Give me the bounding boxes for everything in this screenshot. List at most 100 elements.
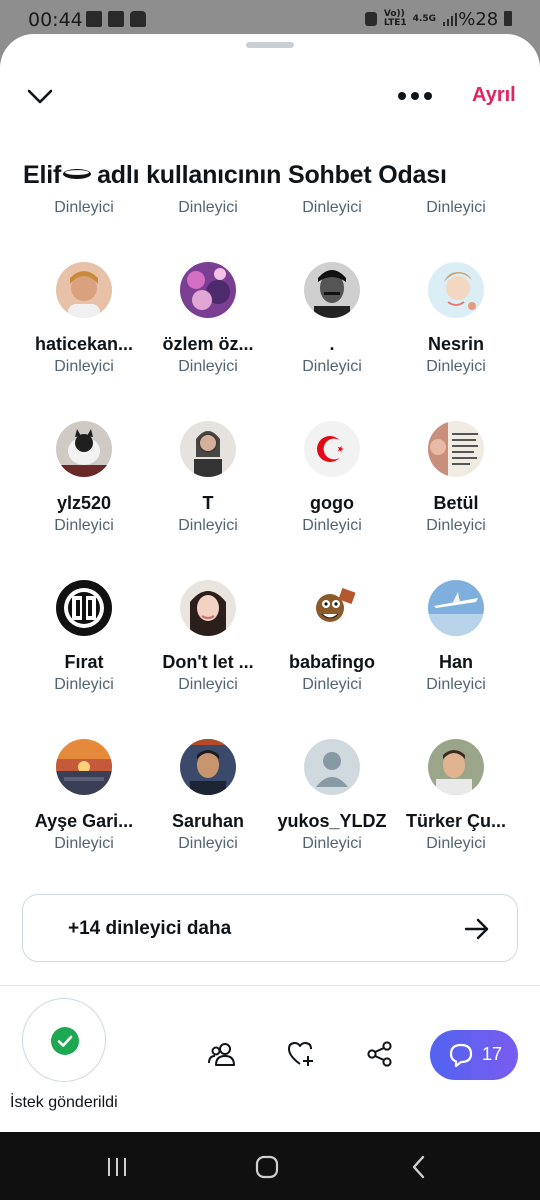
chat-button[interactable]: 17 (430, 1030, 518, 1080)
listener-name: Han (438, 652, 473, 672)
signal-icon (443, 13, 457, 26)
heart-plus-icon[interactable] (286, 1039, 316, 1069)
listener-card[interactable]: babafingo Dinleyici (270, 580, 394, 720)
room-title: Elif adlı kullanıcının Sohbet Odası (23, 161, 447, 190)
battery-icon (504, 11, 512, 26)
listener-role: Dinleyici (54, 835, 114, 852)
listener-card[interactable]: yukos_YLDZ Dinleyici (270, 739, 394, 879)
recent-apps-icon[interactable] (104, 1154, 130, 1180)
listener-name: Ayşe Gari... (34, 811, 134, 831)
listener-card[interactable]: Fırat Dinleyici (22, 580, 146, 720)
listener-name: Fırat (64, 652, 104, 672)
listener-role: Dinleyici (54, 199, 114, 216)
mail-icon (108, 11, 124, 27)
more-listeners-label: +14 dinleyici daha (68, 918, 232, 939)
avatar (56, 580, 112, 636)
dot-icon (398, 92, 406, 100)
listener-role: Dinleyici (54, 676, 114, 693)
battery-level: %28 (458, 9, 512, 30)
gallery-icon (86, 11, 102, 27)
connectivity-icons: Vo)) LTE1 4.5G (364, 10, 458, 28)
listener-card[interactable]: Saruhan Dinleyici (146, 739, 270, 879)
listener-card[interactable]: Ayşe Gari... Dinleyici (22, 739, 146, 879)
navigation-bar (0, 1132, 540, 1200)
listener-name: gogo (310, 493, 354, 513)
avatar (428, 739, 484, 795)
network-type-label: 4.5G (412, 13, 436, 24)
eclipse-emoji-icon (63, 169, 92, 180)
avatar (428, 421, 484, 477)
leave-button[interactable]: Ayrıl (472, 84, 516, 107)
listener-card[interactable]: Nesrin Dinleyici (394, 262, 518, 402)
share-icon[interactable] (365, 1039, 395, 1069)
listener-role: Dinleyici (178, 835, 238, 852)
avatar (56, 739, 112, 795)
divider (0, 985, 540, 986)
listener-role: Dinleyici (426, 676, 486, 693)
listener-card[interactable]: T Dinleyici (146, 421, 270, 561)
notification-icons (86, 11, 146, 27)
listener-name: Don't let ... (162, 652, 254, 672)
more-listeners-button[interactable]: +14 dinleyici daha (22, 894, 518, 962)
avatar (304, 262, 360, 318)
listener-name: Saruhan (171, 811, 245, 831)
sheet-grabber[interactable] (246, 42, 294, 48)
listener-role: Dinleyici (54, 517, 114, 534)
avatar (180, 262, 236, 318)
lock-icon (130, 11, 146, 27)
listener-name: . (329, 334, 335, 354)
avatar (428, 262, 484, 318)
listener-name: Nesrin (427, 334, 485, 354)
chat-bubble-icon (449, 1043, 473, 1068)
listener-role: Dinleyici (178, 199, 238, 216)
request-sent-button[interactable] (22, 998, 106, 1082)
back-icon[interactable] (406, 1154, 432, 1180)
listener-card[interactable]: özlem öz... Dinleyici (146, 262, 270, 402)
listener-role: Dinleyici (178, 517, 238, 534)
listener-card[interactable]: Türker Çu... Dinleyici (394, 739, 518, 879)
listener-card[interactable]: Betül Dinleyici (394, 421, 518, 561)
chevron-down-icon[interactable] (24, 82, 56, 110)
avatar (180, 421, 236, 477)
host-name: Elif (23, 161, 62, 189)
listener-name: babafingo (289, 652, 375, 672)
spaces-sheet: Ayrıl Elif adlı kullanıcının Sohbet Odası… (0, 34, 540, 1132)
scrolled-listener-row: Dinleyici Dinleyici Dinleyici Dinleyici (0, 197, 540, 219)
room-title-text: adlı kullanıcının Sohbet Odası (97, 161, 447, 189)
arrow-right-icon (464, 918, 489, 940)
listener-role: Dinleyici (302, 676, 362, 693)
listener-role: Dinleyici (426, 517, 486, 534)
listener-card[interactable]: Han Dinleyici (394, 580, 518, 720)
avatar-placeholder-icon (304, 739, 360, 795)
listener-name: ylz520 (56, 493, 112, 513)
check-circle-icon (51, 1027, 79, 1055)
listener-name: yukos_YLDZ (277, 811, 387, 831)
status-time: 00:44 (28, 9, 83, 31)
chat-count: 17 (482, 1044, 503, 1064)
listener-name: Türker Çu... (405, 811, 507, 831)
people-icon[interactable] (207, 1039, 237, 1069)
more-options-button[interactable] (398, 92, 432, 102)
listener-role: Dinleyici (302, 517, 362, 534)
listener-name: T (202, 493, 214, 513)
listener-card[interactable]: haticekan... Dinleyici (22, 262, 146, 402)
listener-card[interactable]: gogo Dinleyici (270, 421, 394, 561)
listener-role: Dinleyici (178, 358, 238, 375)
dot-icon (424, 92, 432, 100)
listener-role: Dinleyici (302, 358, 362, 375)
avatar (180, 580, 236, 636)
listener-role: Dinleyici (426, 199, 486, 216)
listener-role: Dinleyici (54, 358, 114, 375)
listener-card[interactable]: Don't let ... Dinleyici (146, 580, 270, 720)
home-icon[interactable] (254, 1154, 280, 1180)
data-saver-icon (364, 12, 377, 26)
dot-icon (411, 92, 419, 100)
listener-card[interactable]: . Dinleyici (270, 262, 394, 402)
listener-role: Dinleyici (178, 676, 238, 693)
volte-label: Vo)) LTE1 (383, 9, 407, 28)
listener-role: Dinleyici (302, 835, 362, 852)
avatar (180, 739, 236, 795)
listener-role: Dinleyici (302, 199, 362, 216)
avatar (304, 580, 360, 636)
listener-card[interactable]: ylz520 Dinleyici (22, 421, 146, 561)
